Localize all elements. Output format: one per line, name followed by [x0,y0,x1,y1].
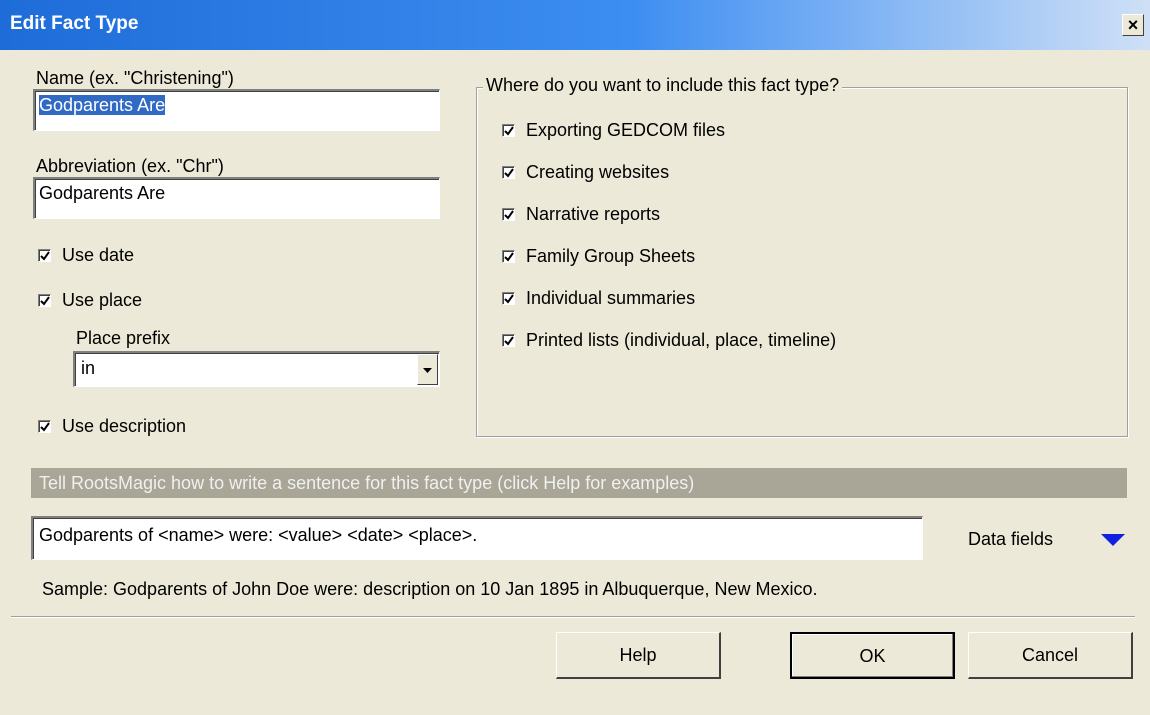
use-description-checkbox[interactable]: Use description [38,416,186,437]
name-input-value: Godparents Are [39,95,166,115]
ok-button[interactable]: OK [790,632,955,679]
include-item-label: Family Group Sheets [526,246,696,266]
checkbox-box [502,124,515,137]
checkmark-icon [504,126,514,136]
checkmark-icon [504,168,514,178]
include-gedcom-checkbox[interactable]: Exporting GEDCOM files [502,120,725,141]
checkmark-icon [504,252,514,262]
place-prefix-value: in [81,358,96,378]
sentence-banner: Tell RootsMagic how to write a sentence … [31,468,1127,498]
abbreviation-input[interactable]: Godparents Are [33,177,440,219]
window-title: Edit Fact Type [10,13,139,34]
use-place-label: Use place [62,290,143,310]
sentence-template-input[interactable]: Godparents of <name> were: <value> <date… [31,516,923,560]
include-item-label: Creating websites [526,162,670,182]
place-prefix-label: Place prefix [76,328,171,348]
place-prefix-select[interactable]: in [73,351,440,387]
checkmark-icon [40,422,50,432]
use-place-checkbox[interactable]: Use place [38,290,142,311]
data-fields-label[interactable]: Data fields [968,529,1053,550]
triangle-down-icon [1101,534,1125,546]
name-label: Name (ex. "Christening") [36,68,234,88]
checkbox-box [502,292,515,305]
help-button-label: Help [619,645,657,665]
dropdown-button[interactable] [417,354,438,385]
checkbox-box [502,208,515,221]
use-description-label: Use description [62,416,187,436]
checkbox-box [38,249,51,262]
checkmark-icon [40,296,50,306]
include-summaries-checkbox[interactable]: Individual summaries [502,288,695,309]
checkmark-icon [40,251,50,261]
checkbox-box [38,420,51,433]
checkmark-icon [504,336,514,346]
sentence-template-value: Godparents of <name> were: <value> <date… [39,525,478,545]
chevron-down-icon [423,368,432,373]
checkmark-icon [504,294,514,304]
ok-button-label: OK [859,646,886,666]
checkmark-icon [504,210,514,220]
include-websites-checkbox[interactable]: Creating websites [502,162,669,183]
include-group-title: Where do you want to include this fact t… [483,75,843,96]
abbreviation-label: Abbreviation (ex. "Chr") [36,156,224,176]
include-narrative-checkbox[interactable]: Narrative reports [502,204,660,225]
close-icon: × [1127,15,1139,35]
cancel-button[interactable]: Cancel [968,632,1133,679]
abbreviation-input-value: Godparents Are [39,183,166,203]
include-printed-lists-checkbox[interactable]: Printed lists (individual, place, timeli… [502,330,836,351]
include-item-label: Exporting GEDCOM files [526,120,726,140]
title-bar: Edit Fact Type × [0,0,1150,50]
help-button[interactable]: Help [556,632,721,679]
include-family-group-checkbox[interactable]: Family Group Sheets [502,246,695,267]
checkbox-box [38,294,51,307]
checkbox-box [502,334,515,347]
use-date-checkbox[interactable]: Use date [38,245,134,266]
include-item-label: Narrative reports [526,204,661,224]
checkbox-box [502,250,515,263]
sample-text: Sample: Godparents of John Doe were: des… [42,579,818,599]
close-button[interactable]: × [1122,14,1144,36]
include-item-label: Printed lists (individual, place, timeli… [526,330,837,350]
checkbox-box [502,166,515,179]
name-input[interactable]: Godparents Are [33,89,440,131]
separator-highlight [11,617,1135,618]
cancel-button-label: Cancel [1021,645,1079,665]
data-fields-text: Data fields [968,529,1054,549]
use-date-label: Use date [62,245,135,265]
include-item-label: Individual summaries [526,288,696,308]
data-fields-dropdown-button[interactable] [1100,532,1126,553]
